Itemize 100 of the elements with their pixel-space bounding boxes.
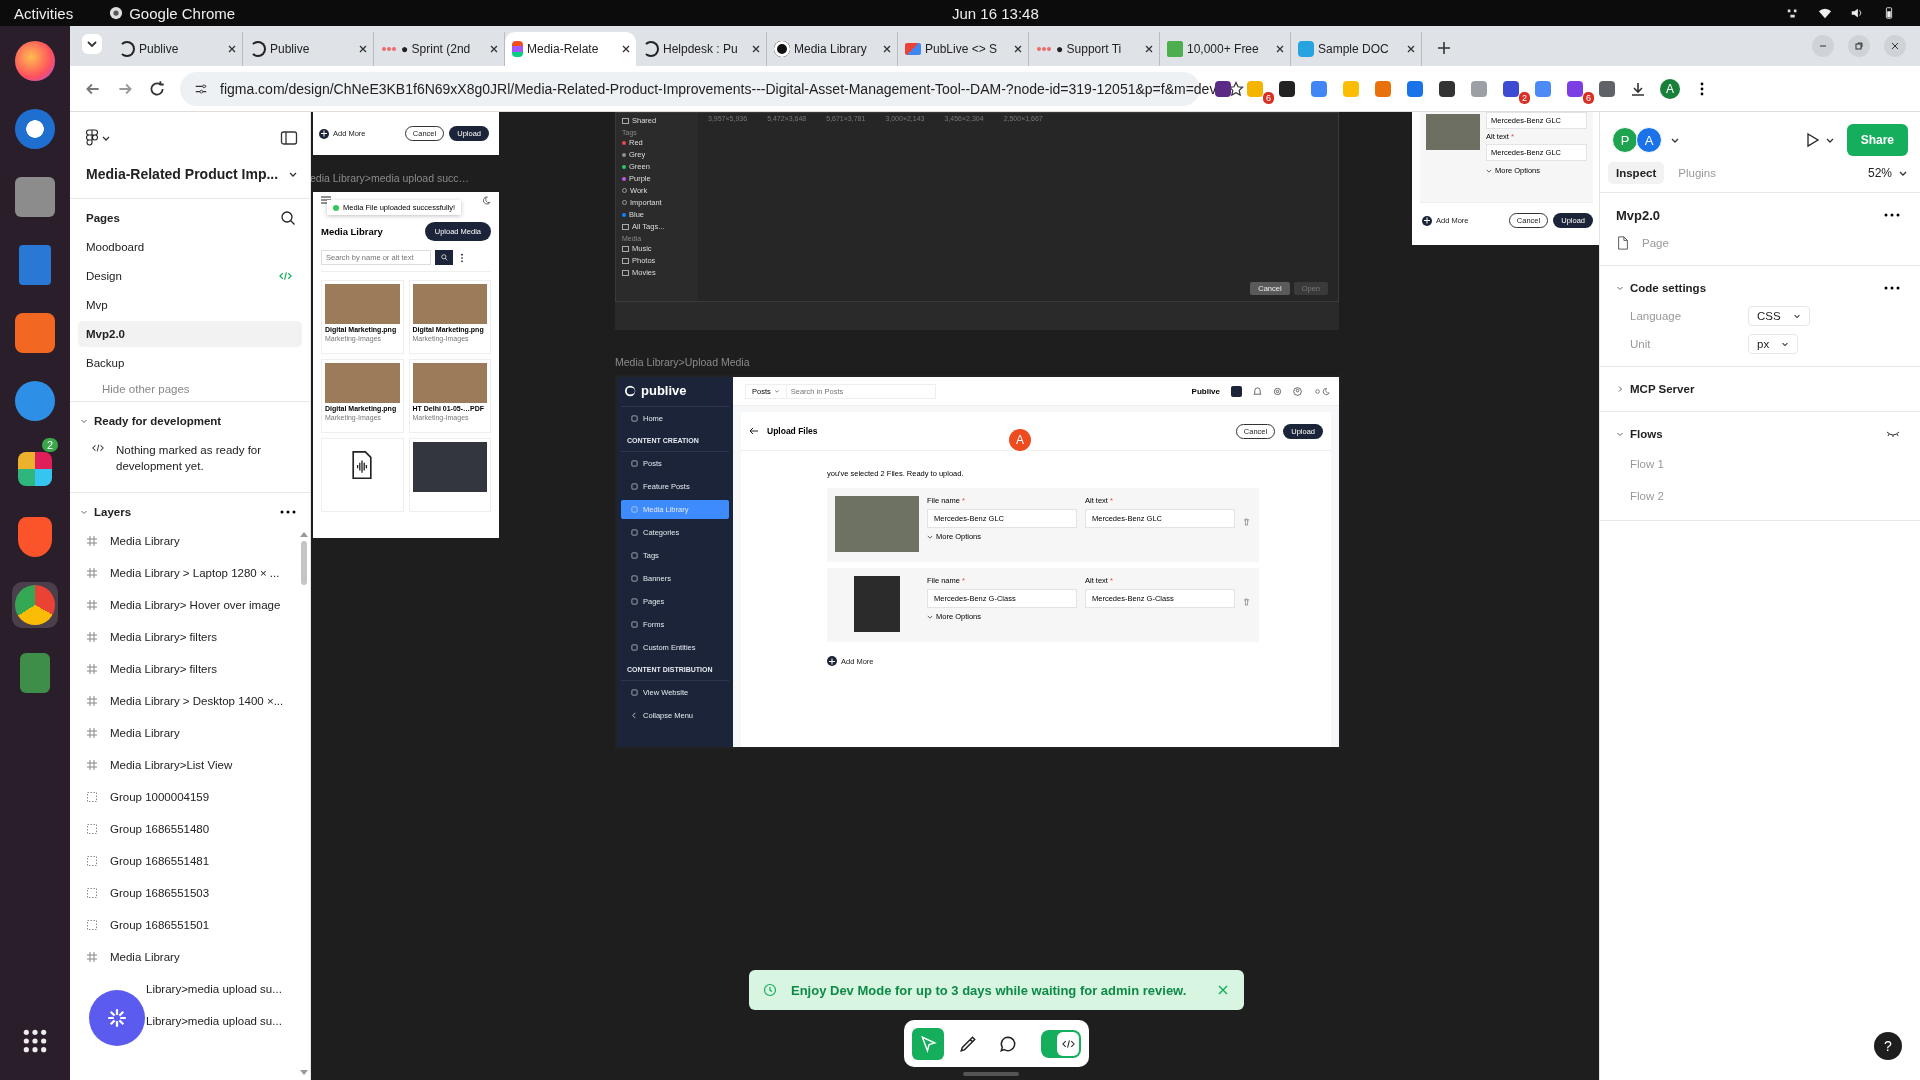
more-options-icon[interactable] bbox=[1884, 286, 1900, 290]
chrome-app-icon[interactable] bbox=[12, 582, 58, 628]
close-tab-icon[interactable] bbox=[1144, 44, 1154, 54]
layer-item[interactable]: Media Library bbox=[78, 941, 302, 973]
plus-icon[interactable] bbox=[1422, 215, 1432, 226]
layer-item[interactable]: Media Library> filters bbox=[78, 653, 302, 685]
sidebar-toggle-icon[interactable] bbox=[280, 129, 298, 147]
back-arrow-icon[interactable] bbox=[749, 426, 759, 436]
layer-item[interactable]: Group 1000004159 bbox=[78, 781, 302, 813]
sun-moon-icon[interactable] bbox=[1313, 386, 1331, 396]
close-tab-icon[interactable] bbox=[621, 44, 631, 54]
profile-avatar[interactable]: A bbox=[1660, 78, 1680, 99]
layer-item[interactable]: Media Library > Laptop 1280 × ... bbox=[78, 557, 302, 589]
files-app-icon[interactable] bbox=[12, 174, 58, 220]
figma-logo-icon[interactable] bbox=[86, 129, 98, 147]
extension-icon[interactable] bbox=[1599, 80, 1615, 97]
user-icon[interactable] bbox=[1293, 386, 1302, 396]
dev-mode-toggle[interactable] bbox=[1041, 1029, 1081, 1058]
layer-item[interactable]: Group 1686551480 bbox=[78, 813, 302, 845]
assistant-button[interactable] bbox=[89, 990, 145, 1046]
frame-label[interactable]: Media Library>Upload Media bbox=[615, 356, 750, 368]
plus-icon[interactable] bbox=[319, 128, 329, 139]
bell-icon[interactable] bbox=[1253, 386, 1262, 396]
extension-icon[interactable] bbox=[1439, 80, 1455, 97]
layer-item[interactable]: Group 1686551481 bbox=[78, 845, 302, 877]
workspace-switcher[interactable]: Publive bbox=[1191, 386, 1220, 396]
volume-icon[interactable] bbox=[1850, 6, 1864, 20]
close-tab-icon[interactable] bbox=[489, 44, 499, 54]
app-grid-icon[interactable] bbox=[22, 1028, 48, 1054]
setting-dropdown[interactable]: CSS bbox=[1748, 306, 1810, 326]
user-avatar[interactable]: A bbox=[1636, 127, 1662, 153]
panel-tab[interactable]: Inspect bbox=[1608, 162, 1665, 184]
layer-item[interactable]: Media Library bbox=[78, 717, 302, 749]
page-item[interactable]: Mvp bbox=[78, 292, 302, 318]
close-button[interactable] bbox=[1884, 35, 1906, 57]
zoom-level[interactable]: 52% bbox=[1867, 166, 1892, 180]
page-name: Moodboard bbox=[86, 241, 145, 253]
page-title: Media Library bbox=[321, 226, 383, 237]
page-item[interactable]: Design bbox=[78, 263, 302, 289]
extension-icon[interactable] bbox=[1279, 80, 1295, 97]
settings-icon[interactable] bbox=[1273, 386, 1282, 396]
page-item[interactable]: Backup bbox=[78, 350, 302, 376]
audio-file-icon bbox=[351, 450, 374, 480]
search-icon[interactable] bbox=[280, 210, 296, 226]
restore-button[interactable] bbox=[1848, 35, 1870, 57]
page-item[interactable]: Moodboard bbox=[78, 234, 302, 260]
new-tab-icon[interactable] bbox=[1436, 40, 1452, 56]
layer-item[interactable]: Media Library> Hover over image bbox=[78, 589, 302, 621]
layer-item[interactable]: Group 1686551501 bbox=[78, 909, 302, 941]
clock-icon bbox=[763, 983, 777, 997]
reload-icon[interactable] bbox=[148, 79, 166, 98]
media-card[interactable] bbox=[408, 438, 491, 512]
search-button[interactable] bbox=[435, 250, 453, 265]
help-button[interactable]: ? bbox=[1874, 1032, 1902, 1060]
layer-item[interactable]: Media Library>List View bbox=[78, 749, 302, 781]
wifi-icon[interactable] bbox=[1818, 6, 1832, 20]
section-title: Pages bbox=[86, 212, 120, 224]
app-name[interactable]: Google Chrome bbox=[129, 4, 236, 22]
scroll-up-icon[interactable] bbox=[300, 531, 308, 537]
trash-icon[interactable] bbox=[1243, 518, 1250, 526]
restore-icon bbox=[1854, 41, 1864, 51]
add-button[interactable] bbox=[1231, 385, 1242, 397]
frame-label[interactable]: edia Library>media upload succ… bbox=[311, 172, 470, 184]
site-settings-icon[interactable] bbox=[194, 81, 208, 96]
layer-item[interactable]: Media Library > Desktop 1400 ×... bbox=[78, 685, 302, 717]
extension-icon[interactable] bbox=[1503, 80, 1519, 97]
layer-item[interactable]: Media Library bbox=[78, 525, 302, 557]
layer-item[interactable]: Library>media upload su... bbox=[78, 973, 302, 1005]
minimize-button[interactable] bbox=[1812, 35, 1834, 57]
page-item[interactable]: Mvp2.0 bbox=[78, 321, 302, 347]
layer-item[interactable]: Media Library> filters bbox=[78, 621, 302, 653]
activities-button[interactable]: Activities bbox=[14, 4, 74, 22]
file-title[interactable]: Media-Related Product Imp... bbox=[86, 166, 279, 182]
trash-icon[interactable] bbox=[1243, 598, 1250, 606]
layer-item[interactable]: Library>media upload su... bbox=[78, 1005, 302, 1037]
close-tab-icon[interactable] bbox=[227, 44, 237, 54]
tab-search-caret-icon[interactable] bbox=[82, 34, 102, 54]
extension-icon[interactable] bbox=[1215, 80, 1231, 97]
browser-tab[interactable]: Media-Relate bbox=[505, 32, 636, 66]
setting-dropdown[interactable]: px bbox=[1748, 334, 1799, 354]
scroll-down-icon[interactable] bbox=[300, 1070, 308, 1076]
close-tab-icon[interactable] bbox=[1275, 44, 1285, 54]
bookmark-star-icon[interactable] bbox=[1228, 80, 1245, 97]
close-tab-icon[interactable] bbox=[751, 44, 761, 54]
close-tab-icon[interactable] bbox=[882, 44, 892, 54]
address-field[interactable]: figma.com/design/ChNeE3KB1f6N69xX8g0JRl/Media-Related-Product-Improvements---Digital-Asset-Management-Tool--DAM-?node-id=319-12051&p=f&m=dev bbox=[220, 80, 1217, 97]
cursor-tool-button[interactable] bbox=[912, 1027, 944, 1060]
brand-name: publive bbox=[641, 383, 687, 398]
layer-item[interactable]: Group 1686551503 bbox=[78, 877, 302, 909]
hide-pages-link[interactable]: Hide other pages bbox=[78, 379, 302, 397]
plus-icon[interactable] bbox=[827, 656, 837, 666]
close-tab-icon[interactable] bbox=[1406, 44, 1416, 54]
more-options-icon[interactable] bbox=[1884, 213, 1900, 217]
close-tab-icon[interactable] bbox=[1013, 44, 1023, 54]
store-app-icon[interactable] bbox=[12, 310, 58, 356]
close-tab-icon[interactable] bbox=[358, 44, 368, 54]
download-icon[interactable] bbox=[1630, 80, 1646, 97]
media-card[interactable] bbox=[321, 438, 404, 512]
clock[interactable]: Jun 16 13:48 bbox=[952, 4, 1039, 22]
more-options-icon[interactable] bbox=[280, 510, 296, 514]
